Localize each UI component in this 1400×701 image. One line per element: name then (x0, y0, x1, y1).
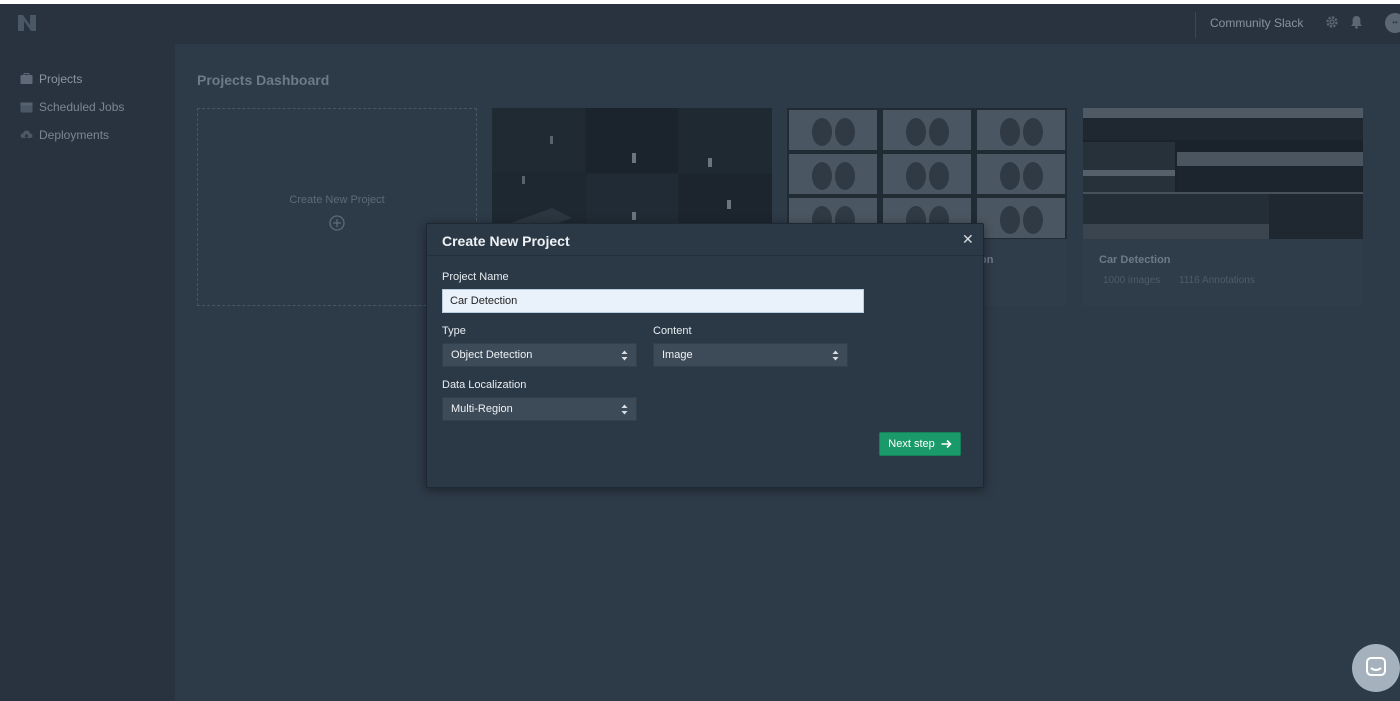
app-window: Community Slack •• Projects Scheduled Jo (0, 4, 1400, 701)
plus-circle-icon (329, 215, 345, 231)
type-label: Type (442, 325, 466, 337)
close-icon[interactable]: ✕ (962, 232, 974, 246)
arrow-right-icon (941, 439, 952, 449)
topbar: Community Slack •• (0, 4, 1400, 44)
chat-launcher-button[interactable] (1352, 644, 1400, 692)
content-select[interactable]: Image (653, 343, 848, 367)
modal-header: Create New Project ✕ (427, 224, 983, 256)
page-title: Projects Dashboard (197, 72, 330, 88)
project-thumbnail (1083, 108, 1363, 239)
sidebar-item-label: Projects (39, 72, 83, 86)
content-label: Content (653, 325, 692, 337)
annotation-count: 1116 Annotations (1179, 275, 1255, 286)
sort-arrows-icon (621, 350, 628, 361)
project-name-input[interactable] (442, 289, 864, 313)
sort-arrows-icon (832, 350, 839, 361)
content-select-value: Image (662, 349, 693, 361)
community-slack-link[interactable]: Community Slack (1210, 16, 1303, 30)
sort-arrows-icon (621, 404, 628, 415)
type-select[interactable]: Object Detection (442, 343, 637, 367)
chat-icon (1366, 657, 1386, 676)
logo-icon[interactable] (17, 14, 37, 32)
modal-title: Create New Project (442, 233, 570, 249)
next-step-button[interactable]: Next step (879, 432, 961, 456)
avatar[interactable]: •• (1385, 13, 1400, 33)
sidebar-item-deployments[interactable]: Deployments (20, 127, 109, 143)
sidebar-item-label: Deployments (39, 128, 110, 142)
project-thumbnail (492, 108, 772, 239)
image-count: 1000 images (1103, 275, 1161, 286)
bell-icon[interactable] (1350, 15, 1363, 29)
folder-icon (20, 73, 33, 84)
sidebar: Projects Scheduled Jobs Deployments (0, 44, 175, 701)
project-card[interactable]: Car Detection 1000 images 1116 Annotatio… (1083, 108, 1363, 306)
next-step-label: Next step (888, 438, 935, 450)
project-name-label: Project Name (442, 271, 509, 283)
project-thumbnail (787, 108, 1067, 239)
data-localization-select[interactable]: Multi-Region (442, 397, 637, 421)
sidebar-item-scheduled-jobs[interactable]: Scheduled Jobs (20, 99, 124, 115)
create-project-modal: Create New Project ✕ Project Name Type O… (426, 223, 984, 488)
type-select-value: Object Detection (451, 349, 533, 361)
sidebar-item-projects[interactable]: Projects (20, 71, 82, 87)
cloud-icon (20, 130, 33, 141)
gear-icon[interactable] (1325, 15, 1339, 29)
calendar-icon (20, 102, 33, 113)
divider (1195, 12, 1196, 38)
project-title: Car Detection (1099, 254, 1171, 266)
project-meta: 1000 images 1116 Annotations (1103, 275, 1271, 286)
data-localization-label: Data Localization (442, 379, 527, 391)
sidebar-item-label: Scheduled Jobs (39, 100, 125, 114)
data-localization-select-value: Multi-Region (451, 403, 513, 415)
create-project-label: Create New Project (289, 194, 385, 206)
